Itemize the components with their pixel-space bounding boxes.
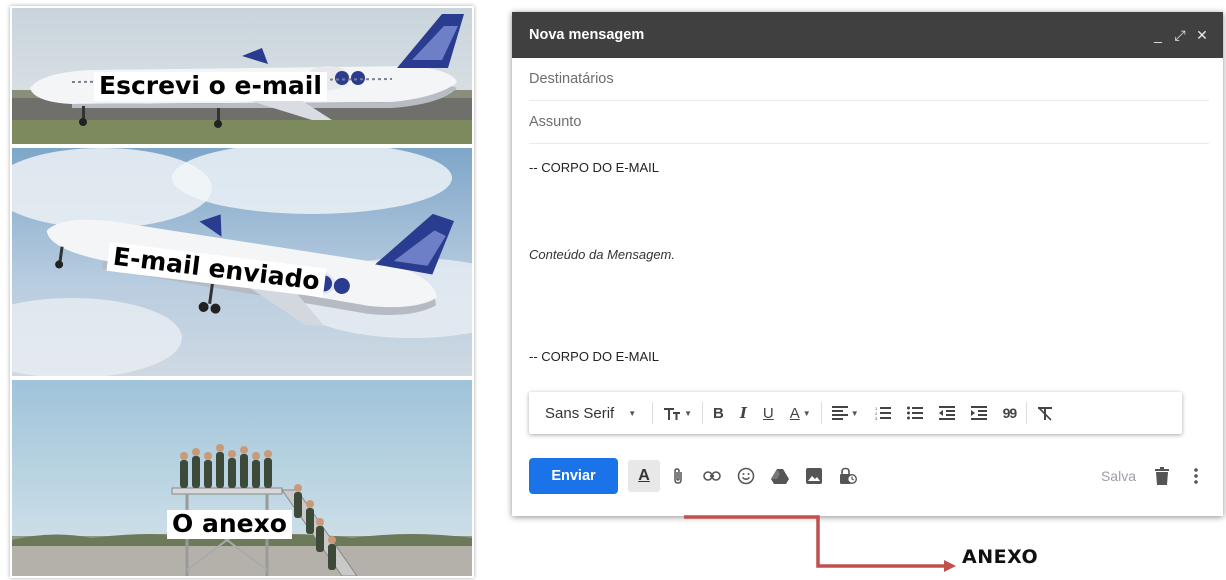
- text-color-button[interactable]: A ▼: [782, 392, 819, 434]
- insert-drive-file-button[interactable]: [764, 460, 796, 492]
- trash-icon: [1155, 467, 1169, 485]
- toolbar-divider: [820, 402, 822, 424]
- bold-icon: B: [713, 404, 724, 422]
- annotation-arrow-line: [684, 515, 944, 568]
- compose-window: Nova mensagem _ ⤢ ✕ -- CORPO DO E-MAIL C…: [512, 12, 1223, 516]
- meme-panel-runway: Escrevi o e-mail: [12, 8, 472, 144]
- numbered-list-button[interactable]: 123: [867, 392, 899, 434]
- toolbar-divider: [1026, 402, 1028, 424]
- message-body[interactable]: -- CORPO DO E-MAIL Conteúdo da Mensagem.…: [512, 144, 1223, 394]
- more-options-button[interactable]: [1180, 460, 1212, 492]
- meme-image: Escrevi o e-mail E-mail enviado O anexo: [10, 6, 474, 578]
- font-family-label: Sans Serif: [545, 404, 615, 422]
- compose-title-bar: Nova mensagem _ ⤢ ✕: [512, 12, 1223, 58]
- text-color-icon: A: [789, 404, 800, 422]
- drive-icon: [771, 469, 789, 484]
- italic-icon: I: [739, 404, 747, 422]
- align-icon: [831, 406, 848, 420]
- formatting-options-button[interactable]: A: [628, 460, 660, 492]
- formatting-toolbar: Sans Serif ▼ ▼ B I U A ▼ ▼ 123 99: [529, 392, 1182, 434]
- meme-caption-written: Escrevi o e-mail: [94, 71, 327, 101]
- expand-icon[interactable]: ⤢: [1169, 27, 1191, 44]
- italic-button[interactable]: I: [732, 392, 755, 434]
- bulleted-list-icon: [906, 406, 923, 420]
- annotation-label: ANEXO: [962, 546, 1039, 568]
- remove-formatting-icon: [1038, 406, 1053, 421]
- close-icon[interactable]: ✕: [1191, 27, 1213, 44]
- font-family-select[interactable]: Sans Serif ▼: [537, 392, 650, 434]
- subject-row: [529, 101, 1209, 144]
- subject-input[interactable]: [529, 114, 1209, 130]
- attachment-icon: [674, 468, 682, 484]
- indent-less-button[interactable]: [931, 392, 963, 434]
- insert-photo-button[interactable]: [798, 460, 830, 492]
- meme-panel-takeoff: E-mail enviado: [12, 148, 472, 376]
- chevron-down-icon: ▼: [684, 408, 693, 418]
- quote-icon: 99: [1002, 405, 1018, 421]
- emoji-icon: [737, 467, 755, 485]
- numbered-list-icon: 123: [875, 406, 891, 420]
- indent-more-icon: [970, 406, 987, 420]
- font-size-icon: [664, 408, 681, 420]
- insert-emoji-button[interactable]: [730, 460, 762, 492]
- compose-title: Nova mensagem: [529, 27, 645, 43]
- underline-icon: U: [762, 404, 774, 422]
- align-button[interactable]: ▼: [824, 392, 867, 434]
- svg-text:3: 3: [875, 416, 878, 420]
- meme-panel-attachment: O anexo: [12, 380, 472, 576]
- confidential-icon: [840, 467, 857, 484]
- chevron-down-icon: ▼: [850, 408, 859, 418]
- minimize-icon[interactable]: _: [1147, 27, 1169, 43]
- underline-button[interactable]: U: [755, 392, 782, 434]
- recipients-row: [529, 58, 1209, 101]
- compose-action-bar: Enviar A Salva: [529, 456, 1212, 496]
- toolbar-divider: [702, 402, 704, 424]
- font-size-button[interactable]: ▼: [655, 392, 700, 434]
- formatting-icon: A: [638, 467, 650, 484]
- meme-caption-attachment: O anexo: [167, 509, 292, 539]
- toolbar-divider: [652, 402, 654, 424]
- body-content-line: Conteúdo da Mensagem.: [529, 247, 675, 262]
- annotation-arrow-head: [944, 560, 956, 572]
- confidential-mode-button[interactable]: [832, 460, 864, 492]
- body-header-line: -- CORPO DO E-MAIL: [529, 160, 660, 175]
- quote-button[interactable]: 99: [995, 392, 1025, 434]
- discard-draft-button[interactable]: [1146, 460, 1178, 492]
- bulleted-list-button[interactable]: [899, 392, 931, 434]
- chevron-down-icon: ▼: [802, 408, 811, 418]
- insert-link-button[interactable]: [696, 460, 728, 492]
- photo-icon: [806, 468, 822, 484]
- remove-formatting-button[interactable]: [1029, 392, 1061, 434]
- body-footer-line: -- CORPO DO E-MAIL: [529, 349, 660, 364]
- more-options-icon: [1194, 468, 1198, 484]
- link-icon: [703, 471, 721, 481]
- recipients-input[interactable]: [529, 71, 1209, 87]
- saved-status: Salva: [1100, 468, 1136, 484]
- indent-less-icon: [938, 406, 955, 420]
- indent-more-button[interactable]: [963, 392, 995, 434]
- attach-file-button[interactable]: [662, 460, 694, 492]
- send-button[interactable]: Enviar: [529, 458, 618, 494]
- chevron-down-icon: ▼: [628, 408, 637, 418]
- bold-button[interactable]: B: [705, 392, 732, 434]
